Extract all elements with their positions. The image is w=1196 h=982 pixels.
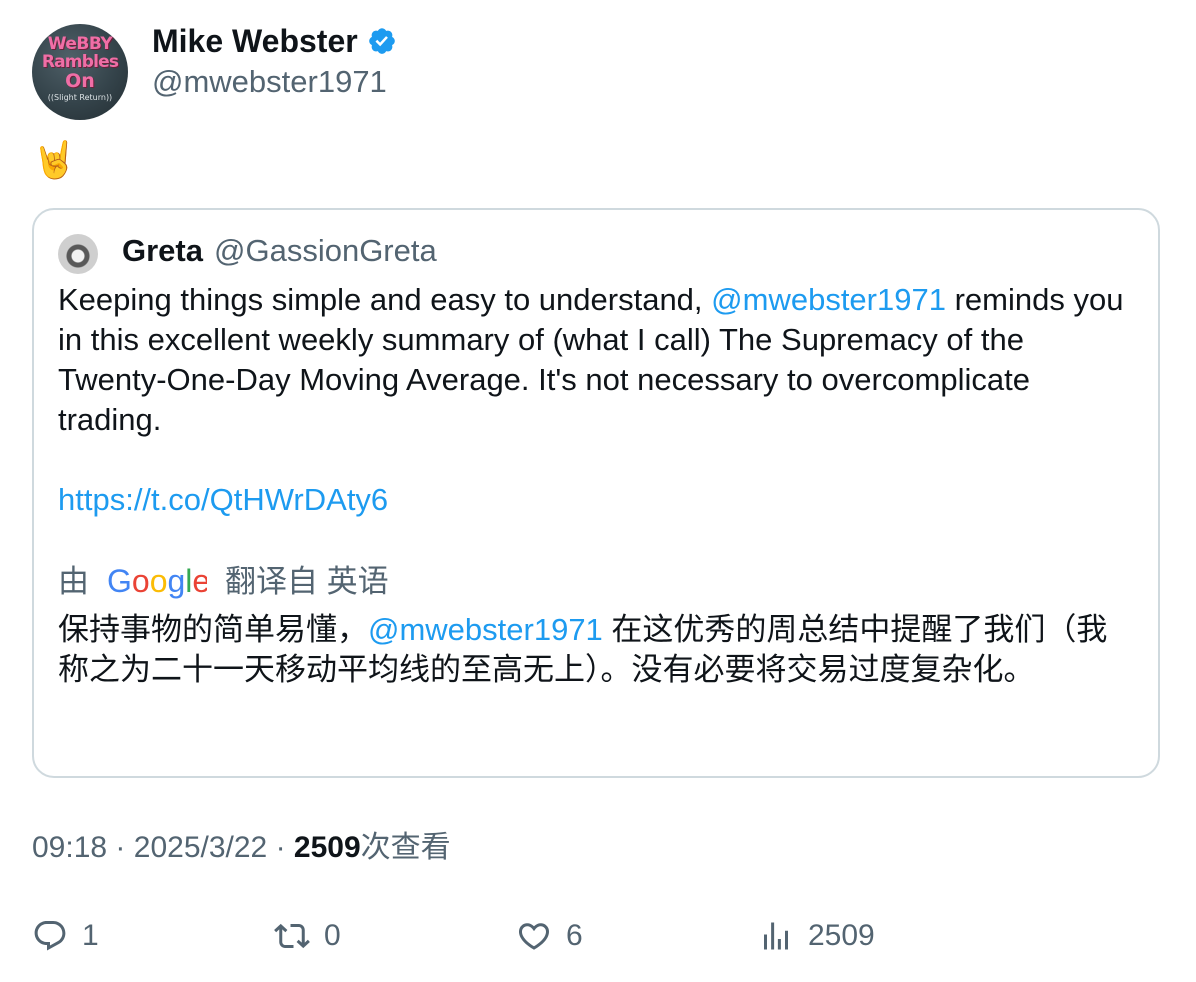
google-logo-icon: Google (107, 563, 207, 599)
tweet-text: 🤘 (32, 139, 77, 180)
like-count: 6 (566, 919, 583, 952)
quoted-author-handle[interactable]: @GassionGreta (214, 232, 437, 270)
avatar-logo-text-1: WeBBY (47, 34, 113, 54)
mention-link[interactable]: @mwebster1971 (711, 282, 946, 317)
translated-text-part-1: 保持事物的简单易懂， (58, 612, 368, 647)
svg-text:Google: Google (107, 563, 207, 599)
author-name[interactable]: Mike Webster (152, 22, 358, 60)
reply-count: 1 (82, 919, 99, 952)
quoted-tweet-text: Keeping things simple and easy to unders… (58, 280, 1138, 440)
views-button[interactable]: 2509 (758, 906, 875, 966)
avatar-logo-text-2: Rambles (41, 52, 119, 72)
avatar-logo-text-4: ((Slight Return)) (47, 93, 113, 102)
translation-from-label: 翻译自 英语 (225, 564, 389, 599)
quoted-url-link[interactable]: https://t.co/QtHWrDAty6 (58, 480, 388, 520)
meta-separator: · (275, 831, 286, 864)
views-count: 2509 (293, 831, 361, 864)
heart-icon (518, 923, 550, 950)
author-handle[interactable]: @mwebster1971 (152, 63, 387, 101)
tweet-date[interactable]: 2025/3/22 (134, 831, 267, 864)
quoted-author-name[interactable]: Greta (122, 232, 203, 270)
quoted-tweet-card[interactable]: Greta @GassionGreta Keeping things simpl… (32, 208, 1160, 778)
translated-text: 保持事物的简单易懂，@mwebster1971 在这优秀的周总结中提醒了我们（我… (58, 610, 1118, 690)
reply-button[interactable]: 1 (32, 906, 99, 966)
translation-by-label: 由 (58, 564, 89, 599)
quoted-text-part-1: Keeping things simple and easy to unders… (58, 282, 712, 317)
quoted-author-avatar[interactable] (58, 234, 98, 274)
analytics-icon (764, 922, 788, 950)
tweet-time[interactable]: 09:18 (32, 831, 107, 864)
retweet-count: 0 (324, 919, 341, 952)
reply-icon (34, 921, 66, 951)
tweet-meta: 09:18 · 2025/3/22 · 2509次查看 (32, 828, 451, 868)
verified-badge-icon (368, 28, 395, 54)
action-bar: 1 0 6 2509 (0, 906, 1196, 966)
views-label: 次查看 (360, 831, 451, 864)
avatar-logo-text-3: On (65, 70, 95, 92)
meta-separator: · (115, 831, 126, 864)
author-avatar[interactable]: WeBBY Rambles On ((Slight Return)) (32, 24, 128, 120)
translation-attribution: 由 Google 翻译自 英语 (58, 562, 389, 602)
like-button[interactable]: 6 (516, 906, 583, 966)
translated-mention-link[interactable]: @mwebster1971 (368, 612, 603, 647)
author-name-row[interactable]: Mike Webster (152, 22, 397, 60)
retweet-button[interactable]: 0 (274, 906, 341, 966)
views-action-count: 2509 (808, 919, 875, 952)
retweet-icon (274, 923, 310, 949)
